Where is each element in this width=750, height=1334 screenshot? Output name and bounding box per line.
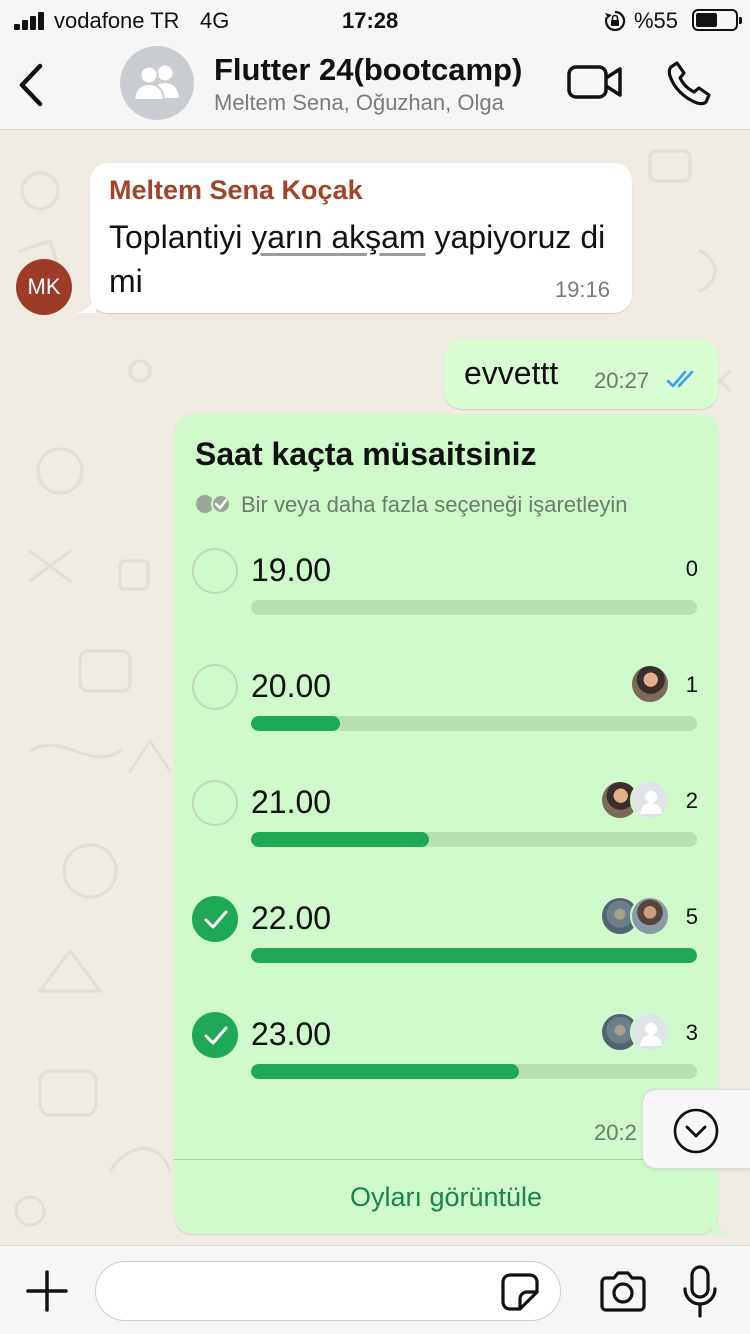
poll-option[interactable]: 22.00 5: [174, 890, 718, 990]
voter-avatars[interactable]: [600, 1012, 670, 1054]
battery-percentage: %55: [634, 8, 679, 33]
battery-icon: [692, 9, 742, 31]
checkbox-unchecked[interactable]: [192, 780, 238, 826]
poll-option-label: 23.00: [251, 1016, 332, 1052]
poll-progress-bar: [251, 1064, 697, 1079]
poll-option-count: 1: [685, 672, 698, 697]
voter-avatars[interactable]: [630, 664, 670, 706]
poll-progress-fill: [251, 948, 697, 963]
poll-option[interactable]: 21.00 2: [174, 774, 718, 874]
poll-progress-fill: [251, 716, 341, 731]
voter-avatar: [630, 664, 670, 704]
message-time: 20:27: [594, 368, 650, 393]
chat-title[interactable]: Flutter 24(bootcamp): [214, 52, 550, 88]
poll-option-label: 21.00: [251, 784, 332, 820]
chevron-down-icon: [673, 1108, 719, 1154]
message-text: evvettt: [464, 355, 559, 391]
poll-option-count: 2: [685, 788, 698, 813]
camera-icon[interactable]: [598, 1270, 648, 1312]
poll-hint: Bir veya daha fazla seçeneği işaretleyin: [241, 492, 628, 517]
poll-option[interactable]: 23.00 3: [174, 1006, 718, 1106]
microphone-icon[interactable]: [682, 1264, 718, 1320]
message-sender[interactable]: Meltem Sena Koçak: [109, 175, 363, 206]
poll-option-count: 0: [685, 556, 698, 581]
poll-question: Saat kaçta müsaitsiniz: [195, 436, 537, 472]
back-chevron-icon[interactable]: [14, 62, 48, 108]
voter-avatars[interactable]: [600, 780, 670, 822]
status-bar: vodafone TR 4G 17:28 %55: [0, 0, 750, 42]
check-icon: [204, 1026, 228, 1045]
sender-avatar[interactable]: MK: [16, 259, 72, 315]
group-avatar-icon[interactable]: [120, 46, 194, 120]
phone-icon[interactable]: [666, 60, 712, 106]
view-votes-button[interactable]: Oyları görüntüle: [174, 1160, 718, 1234]
network-type: 4G: [200, 8, 230, 33]
checkbox-checked[interactable]: [192, 896, 238, 942]
voter-avatar: [630, 896, 670, 936]
clock: 17:28: [342, 8, 399, 33]
checkbox-unchecked[interactable]: [192, 664, 238, 710]
poll-progress-fill: [251, 832, 430, 847]
cell-signal-icon: [14, 12, 48, 30]
check-icon: [204, 910, 228, 929]
message-text: Toplantiyi yarın akşam yapiyoruz di mi: [109, 215, 609, 303]
message-time: 19:16: [554, 277, 610, 302]
poll-option-count: 3: [685, 1020, 698, 1045]
default-avatar-icon: [630, 1012, 670, 1052]
multi-select-check-icon: [196, 494, 231, 514]
poll-progress-fill: [251, 1064, 519, 1079]
checkbox-unchecked[interactable]: [192, 548, 238, 594]
rotation-lock-icon: [604, 10, 626, 32]
poll-option-count: 5: [685, 904, 698, 929]
poll-progress-bar: [251, 832, 697, 847]
video-camera-icon[interactable]: [566, 62, 624, 102]
chat-area[interactable]: MK Meltem Sena Koçak Toplantiyi yarın ak…: [0, 131, 750, 1245]
message-text-part: Toplantiyi: [109, 219, 252, 255]
poll-option-label: 19.00: [251, 552, 332, 588]
input-bar: [0, 1245, 750, 1334]
poll-option[interactable]: 20.00 1: [174, 658, 718, 758]
scroll-to-bottom-button[interactable]: [642, 1089, 750, 1169]
message-input[interactable]: [95, 1261, 561, 1321]
poll-option[interactable]: 19.00 0: [174, 542, 718, 642]
chat-header: Flutter 24(bootcamp) Meltem Sena, Oğuzha…: [0, 42, 750, 130]
sticker-icon[interactable]: [500, 1272, 540, 1312]
poll-option-label: 22.00: [251, 900, 332, 936]
poll-option-label: 20.00: [251, 668, 332, 704]
poll-time: 20:2: [594, 1120, 637, 1145]
plus-icon[interactable]: [24, 1268, 70, 1314]
bubble-tail: [76, 293, 96, 313]
message-date-link[interactable]: yarın akşam: [251, 219, 425, 255]
outgoing-message[interactable]: evvettt 20:27: [444, 339, 718, 409]
poll-progress-bar: [251, 600, 697, 615]
default-avatar-icon: [630, 780, 670, 820]
read-receipt-icon: [666, 370, 694, 388]
poll-message: Saat kaçta müsaitsiniz Bir veya daha faz…: [174, 414, 732, 1234]
poll-progress-bar: [251, 948, 697, 963]
incoming-message[interactable]: Meltem Sena Koçak Toplantiyi yarın akşam…: [76, 163, 632, 313]
chat-members[interactable]: Meltem Sena, Oğuzhan, Olga: [214, 90, 550, 116]
poll-progress-bar: [251, 716, 697, 731]
voter-avatars[interactable]: [600, 896, 670, 938]
checkbox-checked[interactable]: [192, 1012, 238, 1058]
carrier-name: vodafone TR: [54, 8, 180, 33]
